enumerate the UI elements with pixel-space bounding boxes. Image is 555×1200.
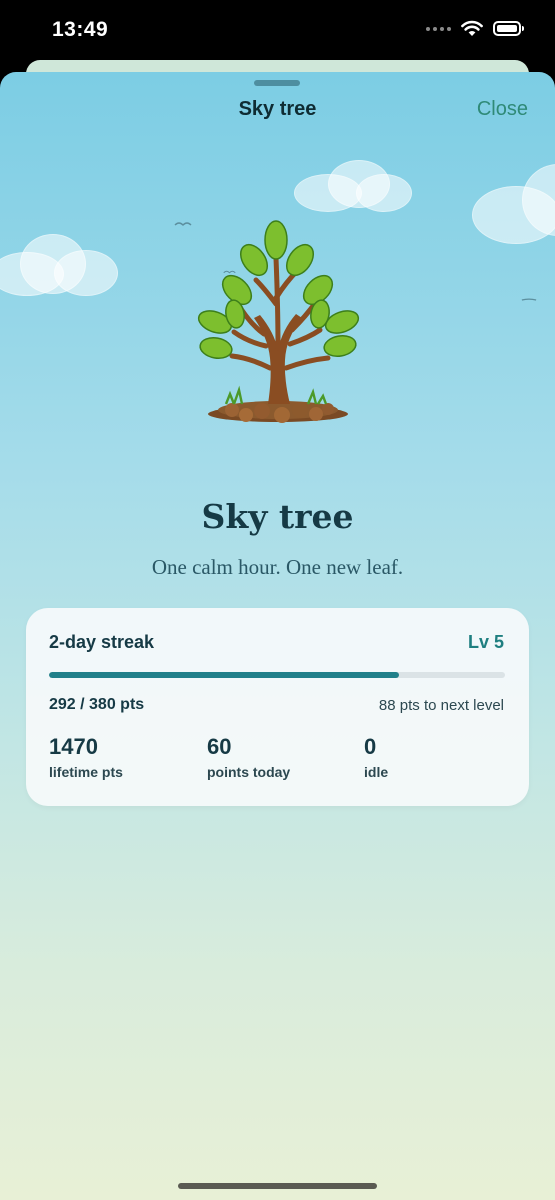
stat-value: 60: [207, 734, 232, 759]
cloud-icon: [472, 164, 555, 246]
streak-label: 2-day streak: [49, 632, 155, 652]
stat-value: 1470: [49, 734, 98, 759]
next-level-label: 88 pts to next level: [378, 697, 504, 714]
close-button[interactable]: Close: [477, 98, 528, 121]
battery-icon: [493, 21, 524, 36]
cellular-icon: [426, 26, 451, 31]
status-bar: 13:49: [0, 0, 555, 66]
level-progress-bar: [49, 672, 505, 678]
points-progress-label: 292 / 380 pts: [49, 696, 145, 713]
stat-label: lifetime pts: [49, 764, 123, 780]
stat-value: 0: [364, 734, 377, 759]
progress-card: 2-day streak Lv 5 292 / 380 pts 88 pts t…: [26, 608, 529, 806]
stat-label: idle: [364, 764, 389, 780]
tree-icon: [197, 220, 360, 423]
tree-title: Sky tree: [201, 497, 354, 536]
tree-subtitle: One calm hour. One new leaf.: [151, 555, 404, 579]
stat-label: points today: [207, 764, 291, 780]
home-indicator[interactable]: [178, 1183, 377, 1189]
status-time: 13:49: [52, 18, 109, 41]
sheet: Sky tree Close Sky tree One calm hour. O…: [0, 72, 555, 1200]
bird-icon: [521, 298, 537, 301]
stat-idle: 0 idle: [364, 734, 388, 780]
cloud-icon: [294, 160, 412, 212]
wifi-icon: [461, 20, 483, 36]
stat-today: 60 points today: [207, 734, 290, 780]
sheet-grabber[interactable]: [254, 80, 300, 86]
level-badge: Lv 5: [467, 632, 504, 652]
screen: 13:49 Sky tree Close Sky tree One calm h…: [0, 0, 555, 1200]
cloud-icon: [0, 234, 120, 296]
level-progress-fill: [49, 672, 400, 678]
status-indicators: [426, 20, 524, 37]
nav-title: Sky tree: [238, 98, 317, 120]
stat-lifetime: 1470 lifetime pts: [49, 734, 123, 780]
